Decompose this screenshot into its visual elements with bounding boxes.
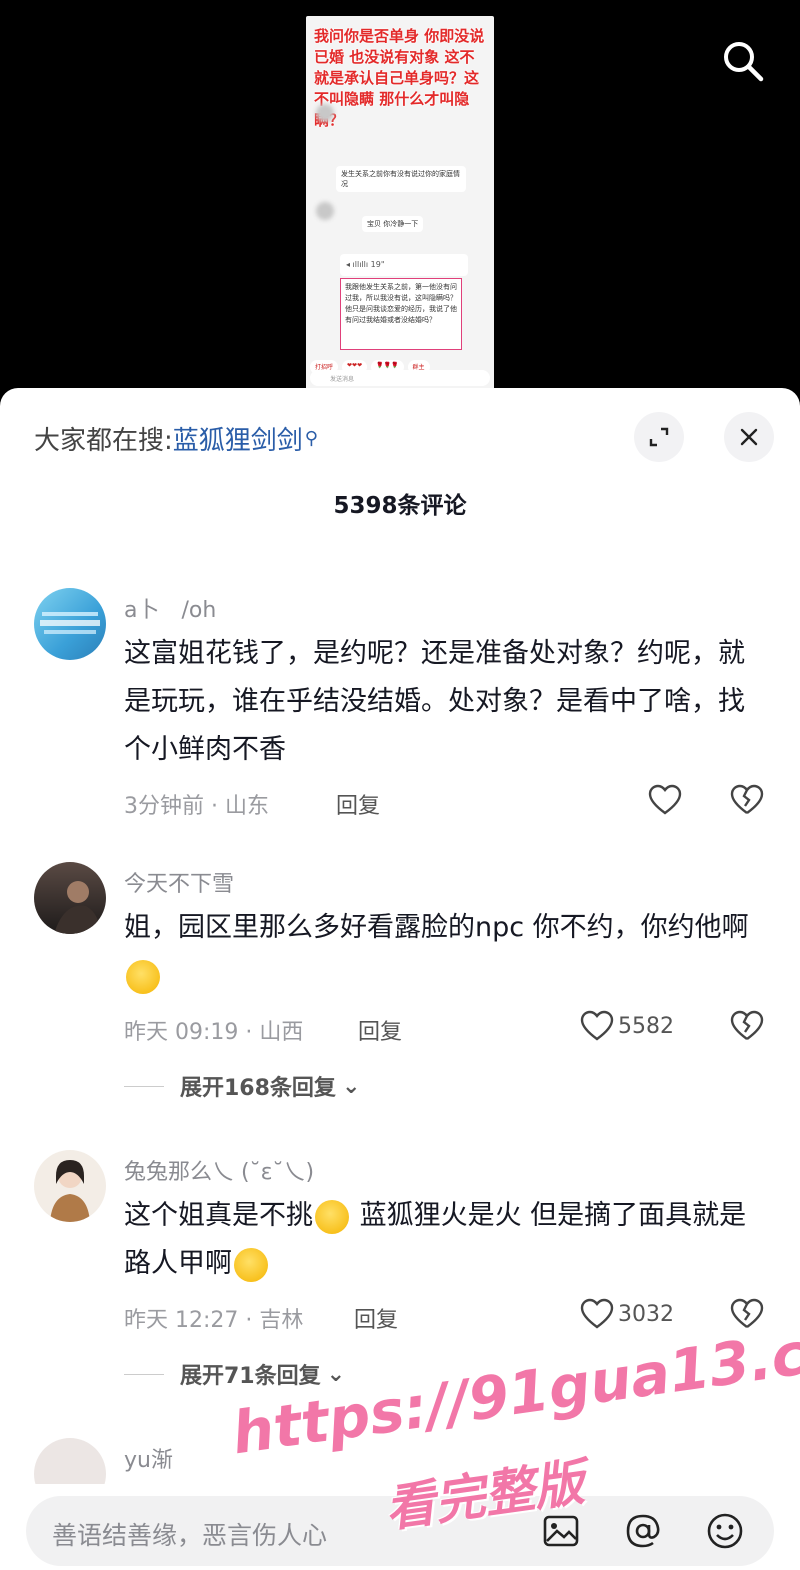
- comment-meta: 3分钟前 · 山东: [124, 794, 269, 819]
- chat-bubble: 宝贝 你冷静一下: [362, 216, 424, 232]
- close-button[interactable]: [724, 412, 774, 462]
- at-mention-icon[interactable]: [622, 1510, 664, 1552]
- laughing-crying-emoji-icon: [234, 1247, 268, 1282]
- dislike-button[interactable]: [730, 1010, 764, 1046]
- search-icon[interactable]: [720, 38, 766, 84]
- heart-icon: [648, 784, 682, 815]
- hot-search[interactable]: 大家都在搜: 蓝狐狸剑剑 ⚲: [34, 420, 318, 457]
- reply-button[interactable]: 回复: [336, 788, 380, 820]
- voice-wave-icon: ◂ ıllıllı: [346, 260, 371, 269]
- avatar-image: [54, 881, 100, 934]
- comment-text: 这富姐花钱了，是约呢？还是准备处对象？约呢，就是玩玩，谁在乎结没结婚。处对象？是…: [124, 638, 745, 765]
- blurred-avatar: [316, 202, 334, 220]
- comment-username[interactable]: 兔兔那么乀 (˘ε˘乀): [124, 1154, 314, 1186]
- reply-button[interactable]: 回复: [354, 1302, 398, 1334]
- voice-duration: 19": [370, 260, 385, 269]
- sheet-header: 大家都在搜: 蓝狐狸剑剑 ⚲: [0, 388, 800, 488]
- chevron-down-icon: ⌄: [341, 1073, 361, 1099]
- voice-message[interactable]: ◂ ıllıllı 19": [340, 254, 468, 276]
- close-icon: [740, 428, 758, 446]
- blurred-avatar: [316, 104, 334, 122]
- comment-text-part: 这个姐真是不挑: [124, 1200, 313, 1231]
- chat-input: 发送消息: [310, 370, 490, 386]
- chat-bubble: 发生关系之前你有没有说过你的家庭情况: [336, 166, 466, 192]
- comment-meta: 昨天 09:19 · 山西: [124, 1020, 304, 1045]
- expand-icon: [649, 427, 669, 447]
- chevron-down-icon: ⌄: [326, 1361, 346, 1387]
- expand-button[interactable]: [634, 412, 684, 462]
- expand-replies-label: 展开71条回复: [180, 1364, 321, 1389]
- laughing-crying-emoji-icon: [315, 1199, 349, 1234]
- comment-count: 5398条评论: [333, 493, 467, 519]
- dislike-button[interactable]: [730, 784, 764, 820]
- video-overlay-text: 我问你是否单身 你即没说已婚 也没说有对象 这不就是承认自己单身吗？这不叫隐瞒 …: [314, 27, 485, 129]
- comment-text-content: 姐，园区里那么多好看露脸的npc 你不约，你约他啊: [124, 912, 749, 943]
- like-button[interactable]: [648, 784, 686, 816]
- like-count: 5582: [618, 1013, 674, 1039]
- comment-username[interactable]: yu渐: [124, 1442, 173, 1474]
- like-button[interactable]: 5582: [580, 1010, 674, 1042]
- emoji-icon[interactable]: [704, 1510, 746, 1552]
- avatar[interactable]: [34, 588, 106, 660]
- quoted-message: 我跟他发生关系之前，第一他没有问过我，所以我没有说，这叫隐瞒吗？他只是问我谈恋爱…: [340, 278, 462, 350]
- comment-text: 姐，园区里那么多好看露脸的npc 你不约，你约他啊: [124, 904, 764, 1000]
- comment-text: 这个姐真是不挑 蓝狐狸火是火 但是摘了面具就是路人甲啊: [124, 1192, 764, 1288]
- heart-icon: [580, 1010, 614, 1041]
- avatar-image: [40, 612, 100, 634]
- divider: [124, 1085, 164, 1087]
- comment-username[interactable]: 今天不下雪: [124, 866, 234, 898]
- video-thumbnail[interactable]: 我问你是否单身 你即没说已婚 也没说有对象 这不就是承认自己单身吗？这不叫隐瞒 …: [306, 16, 494, 390]
- hot-search-label: 大家都在搜:: [34, 426, 173, 456]
- hot-search-term[interactable]: 蓝狐狸剑剑: [173, 420, 303, 457]
- comment-username[interactable]: a卜 /oh: [124, 592, 216, 624]
- like-button[interactable]: 3032: [580, 1298, 674, 1330]
- broken-heart-icon: [730, 1010, 764, 1040]
- broken-heart-icon: [730, 784, 764, 814]
- expand-replies[interactable]: 展开168条回复 ⌄: [124, 1070, 360, 1102]
- avatar[interactable]: [34, 862, 106, 934]
- divider: [124, 1373, 164, 1375]
- avatar-image: [50, 1160, 90, 1222]
- avatar[interactable]: [34, 1150, 106, 1222]
- flushed-emoji-icon: [126, 959, 160, 994]
- like-count: 3032: [618, 1301, 674, 1327]
- heart-icon: [580, 1298, 614, 1329]
- reply-button[interactable]: 回复: [358, 1014, 402, 1046]
- expand-replies-label: 展开168条回复: [180, 1076, 336, 1101]
- expand-replies[interactable]: 展开71条回复 ⌄: [124, 1358, 345, 1390]
- search-small-icon: ⚲: [304, 428, 318, 449]
- comment-input-placeholder: 善语结善缘，恶言伤人心: [52, 1521, 328, 1550]
- video-area[interactable]: 我问你是否单身 你即没说已婚 也没说有对象 这不就是承认自己单身吗？这不叫隐瞒 …: [0, 0, 800, 400]
- comment-meta: 昨天 12:27 · 吉林: [124, 1308, 304, 1333]
